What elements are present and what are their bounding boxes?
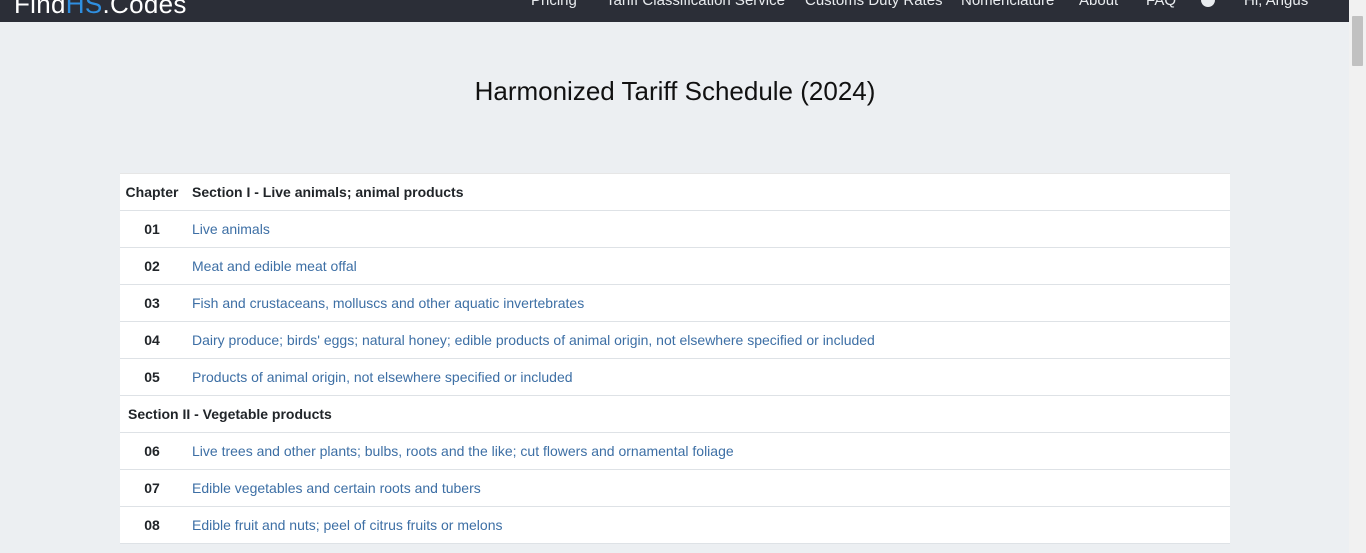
chapter-code: 06 <box>144 443 160 459</box>
section-header-row: Section II - Vegetable products <box>120 396 1230 433</box>
chapter-code: 02 <box>144 258 160 274</box>
section-header-row: Chapter Section I - Live animals; animal… <box>120 174 1230 211</box>
chapter-link[interactable]: Edible fruit and nuts; peel of citrus fr… <box>192 517 502 533</box>
chapter-row: 06 Live trees and other plants; bulbs, r… <box>120 433 1230 470</box>
nav-pricing[interactable]: Pricing <box>531 0 577 9</box>
chapter-row: 08 Edible fruit and nuts; peel of citrus… <box>120 507 1230 544</box>
scrollbar-thumb[interactable] <box>1352 16 1363 66</box>
nav-tariff-classification-service[interactable]: Tariff Classification Service <box>606 0 785 9</box>
chapter-code: 03 <box>144 295 160 311</box>
chapter-column-header: Chapter <box>125 184 179 200</box>
chapter-link[interactable]: Edible vegetables and certain roots and … <box>192 480 481 496</box>
brand-prefix: Find <box>14 0 66 19</box>
chapter-code: 05 <box>144 369 160 385</box>
chapter-code: 07 <box>144 480 160 496</box>
nav-nomenclature[interactable]: Nomenclature <box>961 0 1054 9</box>
hts-chapter-table: Chapter Section I - Live animals; animal… <box>120 173 1230 544</box>
top-navbar: FindHS.Codes Pricing Tariff Classificati… <box>0 0 1349 22</box>
chapter-row: 01 Live animals <box>120 211 1230 248</box>
section-title: Section II - Vegetable products <box>128 406 332 422</box>
chapter-code: 01 <box>144 221 160 237</box>
chapter-link[interactable]: Meat and edible meat offal <box>192 258 357 274</box>
chapter-link[interactable]: Fish and crustaceans, molluscs and other… <box>192 295 584 311</box>
chapter-link[interactable]: Live animals <box>192 221 270 237</box>
chapter-row: 03 Fish and crustaceans, molluscs and ot… <box>120 285 1230 322</box>
nav-faq[interactable]: FAQ <box>1146 0 1176 9</box>
chapter-code: 04 <box>144 332 160 348</box>
chapter-link[interactable]: Products of animal origin, not elsewhere… <box>192 369 573 385</box>
nav-customs-duty-rates[interactable]: Customs Duty Rates <box>805 0 943 9</box>
page-title: Harmonized Tariff Schedule (2024) <box>474 76 876 106</box>
brand-logo[interactable]: FindHS.Codes <box>14 0 187 20</box>
nav-user-greeting[interactable]: Hi, Angus <box>1244 0 1308 9</box>
cart-icon[interactable] <box>1201 0 1215 7</box>
page-scrollbar[interactable] <box>1349 0 1366 553</box>
brand-suffix: .Codes <box>102 0 187 19</box>
chapter-row: 07 Edible vegetables and certain roots a… <box>120 470 1230 507</box>
section-title: Section I - Live animals; animal product… <box>192 184 464 200</box>
chapter-row: 05 Products of animal origin, not elsewh… <box>120 359 1230 396</box>
chapter-row: 02 Meat and edible meat offal <box>120 248 1230 285</box>
brand-accent: HS <box>65 0 103 19</box>
chapter-link[interactable]: Live trees and other plants; bulbs, root… <box>192 443 734 459</box>
nav-about[interactable]: About <box>1079 0 1118 9</box>
chapter-row: 04 Dairy produce; birds' eggs; natural h… <box>120 322 1230 359</box>
chapter-code: 08 <box>144 517 160 533</box>
chapter-link[interactable]: Dairy produce; birds' eggs; natural hone… <box>192 332 875 348</box>
